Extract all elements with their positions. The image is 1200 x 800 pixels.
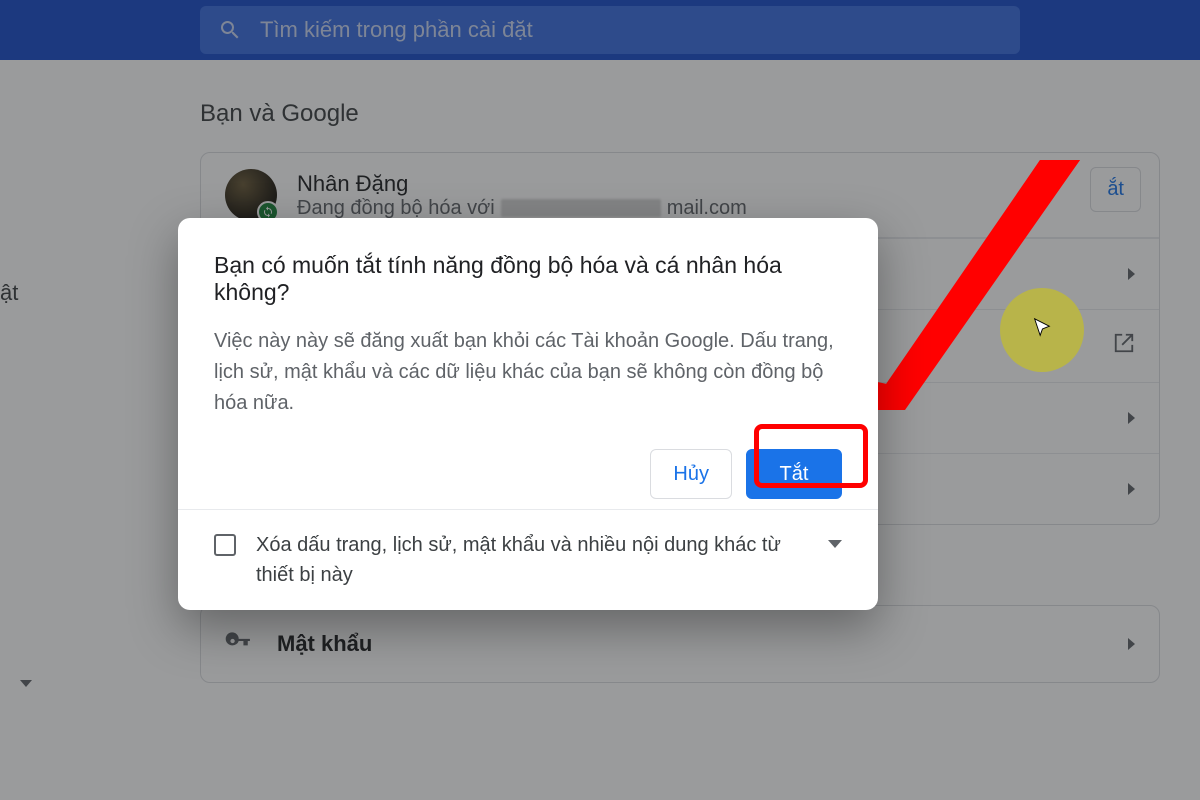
dialog-footer: Xóa dấu trang, lịch sử, mật khẩu và nhiề… <box>214 510 842 590</box>
annotation-highlight <box>1000 288 1084 372</box>
expand-chevron-down-icon[interactable] <box>828 540 842 548</box>
dialog-body: Việc này này sẽ đăng xuất bạn khỏi các T… <box>214 326 842 419</box>
page-root: Tìm kiếm trong phần cài đặt ật Bạn và Go… <box>0 0 1200 800</box>
clear-data-checkbox[interactable] <box>214 534 236 556</box>
cursor-icon <box>1031 317 1053 344</box>
confirm-turn-off-button[interactable]: Tắt <box>746 449 842 499</box>
turn-off-sync-dialog: Bạn có muốn tắt tính năng đồng bộ hóa và… <box>178 218 878 610</box>
dialog-actions: Hủy Tắt <box>214 449 842 499</box>
clear-data-label: Xóa dấu trang, lịch sử, mật khẩu và nhiề… <box>256 530 808 590</box>
dialog-title: Bạn có muốn tắt tính năng đồng bộ hóa và… <box>214 252 842 306</box>
cancel-button[interactable]: Hủy <box>650 449 732 499</box>
